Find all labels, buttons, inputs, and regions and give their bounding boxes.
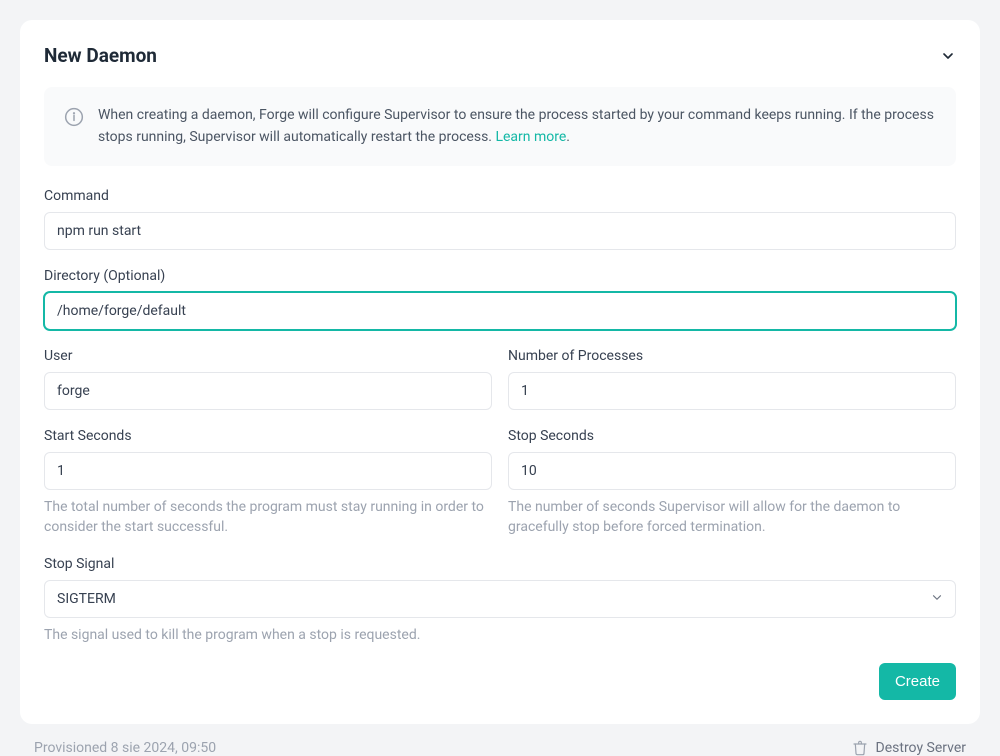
provisioned-text: Provisioned 8 sie 2024, 09:50 <box>34 740 216 756</box>
command-input[interactable] <box>44 212 956 250</box>
learn-more-link[interactable]: Learn more <box>495 129 566 145</box>
stop-seconds-group: Stop Seconds The number of seconds Super… <box>508 428 956 537</box>
form-actions: Create <box>44 663 956 700</box>
processes-label: Number of Processes <box>508 348 956 364</box>
destroy-server-button[interactable]: Destroy Server <box>852 740 966 756</box>
start-seconds-input[interactable] <box>44 452 492 490</box>
command-group: Command <box>44 188 956 250</box>
start-seconds-group: Start Seconds The total number of second… <box>44 428 492 537</box>
stop-signal-select-wrapper: SIGTERM <box>44 580 956 618</box>
page-footer: Provisioned 8 sie 2024, 09:50 Destroy Se… <box>20 724 980 756</box>
stop-seconds-input[interactable] <box>508 452 956 490</box>
info-banner: When creating a daemon, Forge will confi… <box>44 87 956 166</box>
directory-input[interactable] <box>44 292 956 330</box>
stop-seconds-helper: The number of seconds Supervisor will al… <box>508 498 956 537</box>
create-button[interactable]: Create <box>879 663 956 700</box>
start-seconds-helper: The total number of seconds the program … <box>44 498 492 537</box>
stop-signal-helper: The signal used to kill the program when… <box>44 626 956 646</box>
stop-seconds-label: Stop Seconds <box>508 428 956 444</box>
user-group: User <box>44 348 492 410</box>
card-header: New Daemon <box>44 44 956 67</box>
destroy-server-label: Destroy Server <box>876 740 966 756</box>
stop-signal-label: Stop Signal <box>44 556 956 572</box>
info-text: When creating a daemon, Forge will confi… <box>98 105 936 148</box>
user-input[interactable] <box>44 372 492 410</box>
chevron-down-icon <box>940 48 956 64</box>
card-title: New Daemon <box>44 44 157 67</box>
stop-signal-group: Stop Signal SIGTERM The signal used to k… <box>44 556 956 646</box>
processes-input[interactable] <box>508 372 956 410</box>
new-daemon-card: New Daemon When creating a daemon, Forge… <box>20 20 980 724</box>
start-seconds-label: Start Seconds <box>44 428 492 444</box>
info-icon <box>64 107 84 131</box>
command-label: Command <box>44 188 956 204</box>
stop-signal-select[interactable]: SIGTERM <box>44 580 956 618</box>
processes-group: Number of Processes <box>508 348 956 410</box>
directory-group: Directory (Optional) <box>44 268 956 330</box>
user-label: User <box>44 348 492 364</box>
collapse-toggle[interactable] <box>940 48 956 64</box>
directory-label: Directory (Optional) <box>44 268 956 284</box>
trash-icon <box>852 740 868 756</box>
